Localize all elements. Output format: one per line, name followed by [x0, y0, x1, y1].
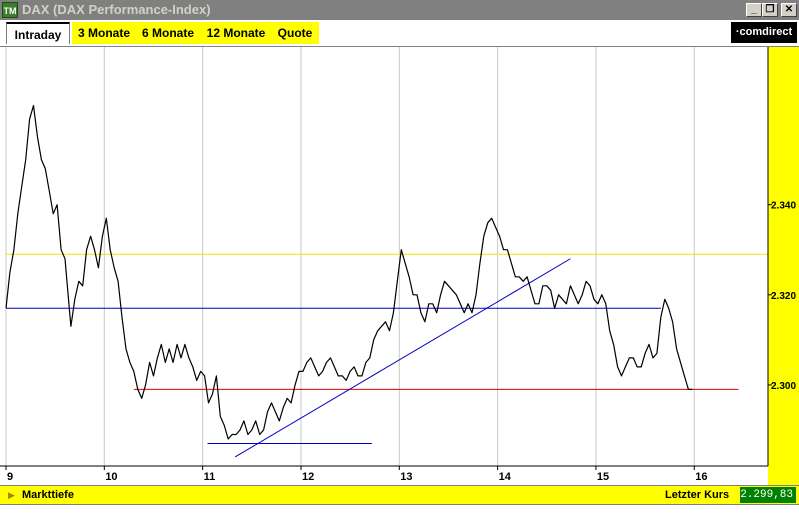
tab-intraday[interactable]: Intraday	[6, 22, 70, 44]
x-tick-label: 15	[597, 471, 609, 483]
logo-text: comdirect	[739, 26, 793, 38]
bottom-bar: ▶ Markttiefe Letzter Kurs 2.299,83	[0, 485, 799, 504]
x-tick-label: 16	[695, 471, 707, 483]
window-title: DAX (DAX Performance-Index)	[22, 2, 211, 17]
restore-button[interactable]: ❐	[762, 3, 778, 17]
expand-arrow-icon[interactable]: ▶	[8, 490, 15, 501]
minimize-button[interactable]: _	[746, 3, 762, 17]
tab-bar: Intraday 3 Monate 6 Monate 12 Monate Quo…	[0, 20, 799, 47]
tab-12-monate[interactable]: 12 Monate	[200, 22, 272, 44]
chart-area: 2.340 2.320 2.300 9 10 11 12 13 14 15 16	[0, 47, 799, 485]
x-tick-label: 12	[302, 471, 314, 483]
x-tick-label: 10	[105, 471, 117, 483]
y-tick-label: 2.340	[771, 201, 796, 212]
comdirect-logo: ·comdirect	[731, 22, 797, 43]
markttiefe-label[interactable]: Markttiefe	[22, 486, 74, 504]
price-chart: 2.340 2.320 2.300 9 10 11 12 13 14 15 16	[0, 47, 799, 485]
title-bar: TM DAX (DAX Performance-Index) _ ❐ ✕	[0, 0, 799, 20]
x-tick-label: 13	[400, 471, 412, 483]
letzter-kurs-label: Letzter Kurs	[665, 489, 730, 501]
x-tick-label: 14	[499, 471, 512, 483]
y-axis-panel	[768, 47, 799, 485]
letzter-kurs-value: 2.299,83	[740, 487, 796, 503]
tab-3-monate[interactable]: 3 Monate	[72, 22, 136, 44]
y-tick-label: 2.300	[771, 381, 796, 392]
close-button[interactable]: ✕	[781, 3, 797, 17]
x-tick-label: 9	[7, 471, 13, 483]
y-tick-label: 2.320	[771, 291, 796, 302]
tab-6-monate[interactable]: 6 Monate	[136, 22, 200, 44]
x-tick-label: 11	[204, 471, 216, 483]
tab-quote[interactable]: Quote	[272, 22, 318, 44]
app-icon: TM	[2, 2, 18, 18]
